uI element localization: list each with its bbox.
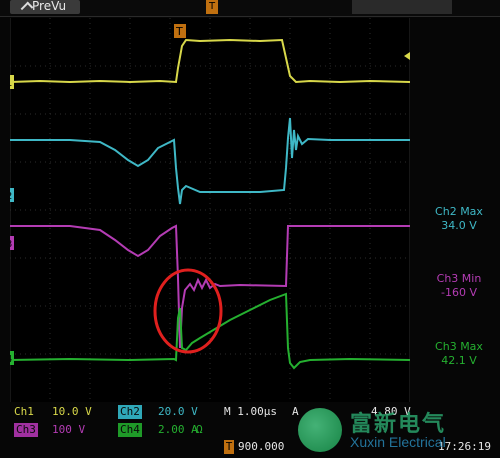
ch4-scale: 2.00 A [158, 423, 198, 436]
ch4-trace [10, 292, 410, 370]
ch4-label[interactable]: Ch4 [118, 423, 142, 437]
watermark-en: Xuxin Electrical [350, 434, 446, 450]
waveform-display[interactable]: 1 2 3 4 T [10, 18, 410, 402]
channel-markers: 1 2 3 4 [10, 75, 14, 365]
ch1-label[interactable]: Ch1 [14, 405, 34, 419]
ch2-marker: 2 [10, 191, 12, 202]
ch2-trace [10, 117, 410, 205]
ch3-max-title: Ch3 Max [435, 340, 483, 353]
record-view-bar [352, 0, 452, 14]
ch1-marker: 1 [10, 78, 12, 89]
trigger-position-marker[interactable]: T [206, 0, 218, 14]
ch3-scale: 100 V [52, 423, 86, 436]
ch2-label[interactable]: Ch2 [118, 405, 142, 419]
status-bar: PreVu T [0, 0, 500, 17]
ch3-min-title: Ch3 Min [436, 272, 482, 285]
ch3-max-measure: Ch3 Max 42.1 V [420, 340, 498, 368]
trigger-t-label: T [175, 25, 183, 38]
ch1-scale: 10.0 V [52, 405, 92, 418]
grid [10, 18, 410, 402]
ch3-marker: 3 [10, 239, 12, 250]
trigger-position[interactable]: 900.000 [238, 440, 284, 454]
ch2-max-value: 34.0 V [441, 219, 477, 232]
watermark-logo-icon [298, 408, 342, 452]
watermark: 富新电气 Xuxin Electrical [298, 402, 498, 458]
ch3-label[interactable]: Ch3 [14, 423, 38, 437]
trigger-level-arrow [404, 52, 410, 60]
ch2-scale: 20.0 V [158, 405, 198, 418]
ch2-max-title: Ch2 Max [435, 205, 483, 218]
acquisition-status[interactable]: PreVu [10, 0, 80, 15]
ch3-min-measure: Ch3 Min -160 V [420, 272, 498, 300]
ch3-trace [10, 224, 410, 349]
ch4-marker: 4 [10, 354, 12, 365]
ch1-trace [10, 38, 410, 84]
trigger-pos-icon: T [224, 440, 234, 454]
ch2-max-measure: Ch2 Max 34.0 V [420, 205, 498, 233]
highlight-circle [153, 268, 223, 354]
ch4-unit: Ω [196, 423, 203, 436]
scope-graticule: 1 2 3 4 T [10, 18, 410, 402]
acquisition-status-label: PreVu [32, 0, 67, 13]
ch3-max-value: 42.1 V [441, 354, 477, 367]
timebase[interactable]: M 1.00µs [224, 405, 277, 419]
ch3-min-value: -160 V [441, 286, 477, 299]
